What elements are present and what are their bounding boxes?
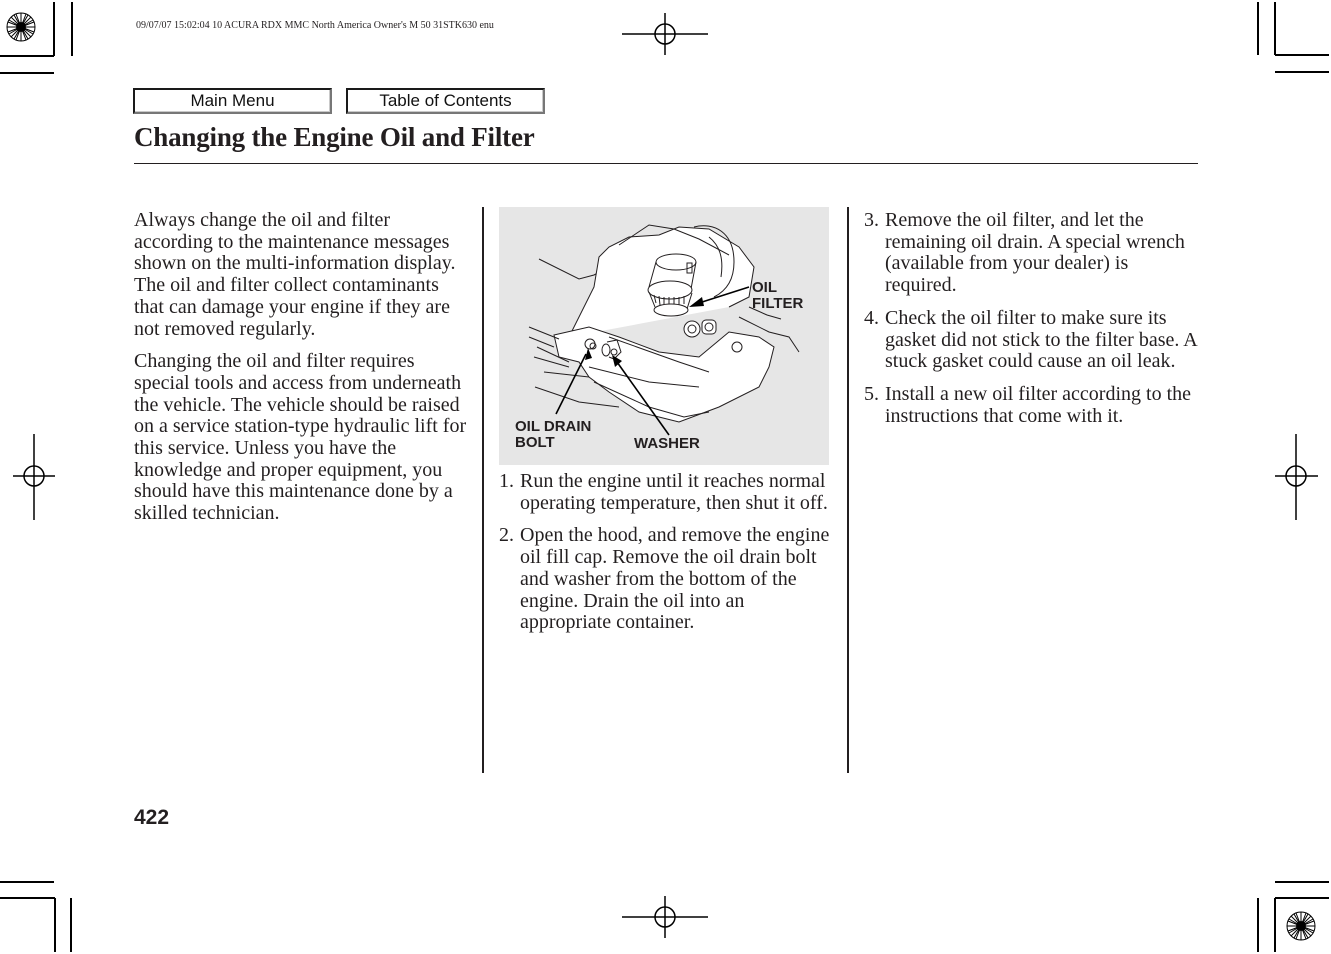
step-text: Check the oil filter to make sure its ga…	[885, 306, 1197, 373]
title-rule	[134, 163, 1198, 164]
step-text: Remove the oil filter, and let the remai…	[885, 209, 1185, 297]
step-number: 5.	[864, 382, 879, 405]
step-item: 4. Check the oil filter to make sure its…	[864, 306, 1204, 373]
intro-column: Always change the oil and filter accordi…	[134, 209, 470, 536]
registration-crosshair-right	[1275, 434, 1318, 520]
column-divider	[482, 207, 484, 773]
registration-starburst-icon	[6, 12, 36, 42]
table-of-contents-button[interactable]: Table of Contents	[346, 88, 545, 114]
label-oil-drain-bolt-line2: BOLT	[515, 434, 555, 451]
steps-column-right: 3. Remove the oil filter, and let the re…	[864, 209, 1204, 438]
oil-filter-illustration: OIL FILTER OIL DRAIN BOLT WASHER	[499, 207, 829, 465]
registration-crosshair-top	[622, 13, 708, 55]
step-text: Run the engine until it reaches normal o…	[520, 470, 828, 514]
page-number: 422	[134, 806, 170, 829]
main-menu-button[interactable]: Main Menu	[133, 88, 332, 114]
crop-mark-bottom-left	[0, 881, 72, 952]
step-number: 4.	[864, 306, 879, 329]
label-oil-drain-bolt-line1: OIL DRAIN	[515, 418, 592, 435]
print-job-info: 09/07/07 15:02:04 10 ACURA RDX MMC North…	[136, 20, 494, 31]
step-item: 2. Open the hood, and remove the engine …	[499, 525, 835, 634]
registration-crosshair-left	[13, 434, 55, 520]
label-oil-drain-bolt: OIL DRAIN BOLT	[515, 419, 591, 451]
intro-paragraph: Always change the oil and filter accordi…	[134, 209, 456, 340]
label-oil-filter: OIL FILTER	[752, 280, 803, 312]
crop-mark-top-left	[0, 2, 73, 74]
steps-column-middle: 1. Run the engine until it reaches norma…	[499, 470, 835, 645]
label-oil-filter-line1: OIL	[752, 279, 777, 296]
page-title: Changing the Engine Oil and Filter	[134, 122, 535, 152]
step-text: Open the hood, and remove the engine oil…	[520, 524, 830, 634]
step-number: 2.	[499, 524, 514, 547]
column-divider	[847, 207, 849, 773]
label-oil-filter-line2: FILTER	[752, 295, 804, 312]
crop-mark-top-right	[1257, 2, 1329, 73]
label-washer: WASHER	[634, 435, 700, 452]
step-text: Install a new oil filter according to th…	[885, 382, 1192, 427]
registration-starburst-icon	[1286, 911, 1316, 941]
step-item: 5. Install a new oil filter according to…	[864, 382, 1204, 427]
step-number: 1.	[499, 470, 514, 492]
registration-crosshair-bottom	[622, 896, 708, 938]
intro-paragraph: Changing the oil and filter requires spe…	[134, 350, 467, 525]
step-item: 3. Remove the oil filter, and let the re…	[864, 209, 1204, 297]
step-item: 1. Run the engine until it reaches norma…	[499, 470, 835, 514]
step-number: 3.	[864, 209, 879, 231]
